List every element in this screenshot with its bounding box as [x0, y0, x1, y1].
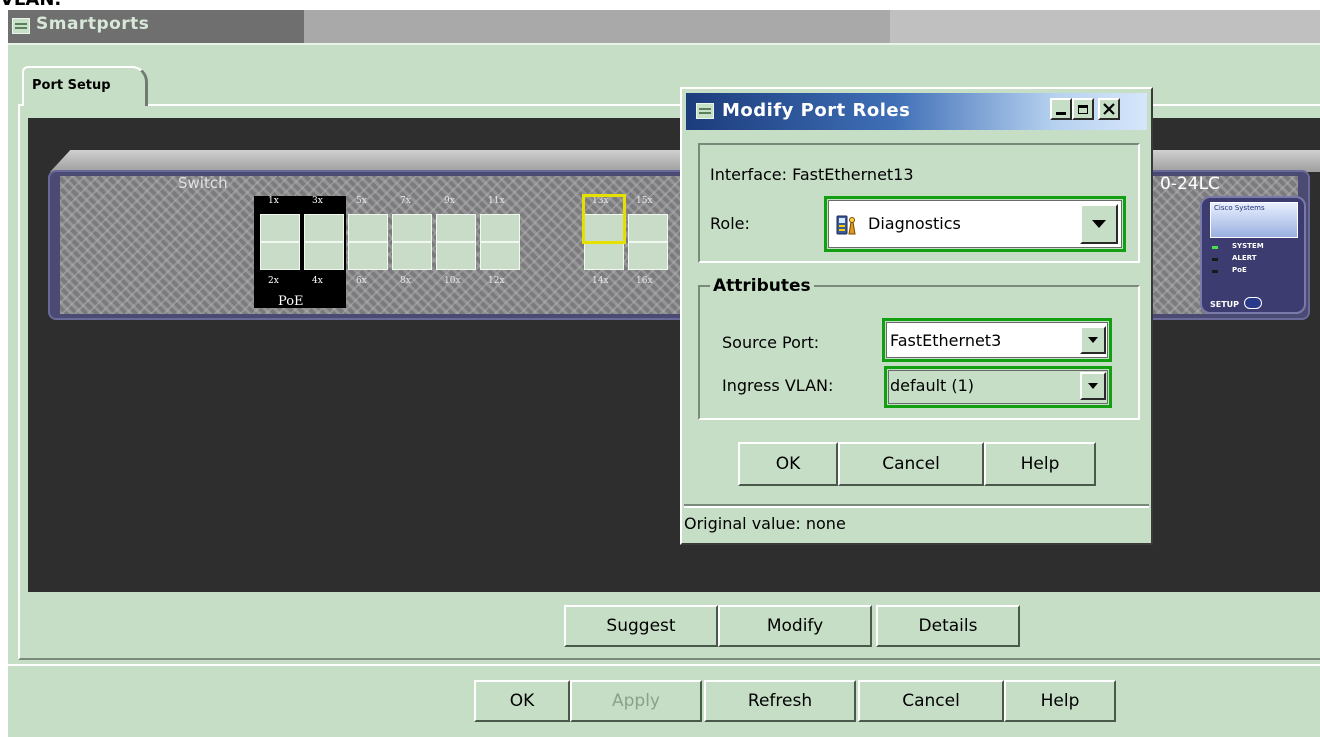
dialog-status-text: Original value: none: [684, 514, 846, 533]
suggest-button[interactable]: Suggest: [564, 605, 718, 647]
page-top-strip: [0, 0, 1320, 8]
port-label-bottom: 16x: [636, 276, 653, 286]
alert-led-icon: [1212, 258, 1218, 261]
source-port-label: Source Port:: [722, 333, 820, 352]
dialog-cancel-button[interactable]: Cancel: [838, 442, 984, 486]
close-x-glyph: [1103, 103, 1115, 115]
source-port-value: FastEthernet3: [890, 331, 1002, 350]
port-label-top: 3x: [312, 196, 323, 206]
switch-port[interactable]: [392, 214, 432, 242]
refresh-button[interactable]: Refresh: [704, 680, 856, 722]
switch-port[interactable]: [628, 242, 668, 270]
ingress-vlan-value: default (1): [890, 376, 975, 395]
close-icon[interactable]: [1098, 98, 1120, 120]
switch-model-label: 0-24LC: [1160, 174, 1220, 194]
switch-port[interactable]: [436, 214, 476, 242]
role-dropdown-button[interactable]: [1080, 204, 1118, 244]
poe-led-icon: [1212, 270, 1218, 273]
status-poe-label: PoE: [1232, 266, 1247, 274]
page-top-fragment: VLAN.: [0, 0, 61, 10]
maximize-icon[interactable]: [1072, 98, 1094, 120]
setup-button[interactable]: [1244, 297, 1262, 309]
switch-port[interactable]: [480, 214, 520, 242]
port-label-bottom: 2x: [268, 276, 279, 286]
dialog-ok-button[interactable]: OK: [738, 442, 838, 486]
switch-port[interactable]: [260, 242, 300, 270]
switch-port[interactable]: [348, 242, 388, 270]
switch-port[interactable]: [436, 242, 476, 270]
window-menu-icon[interactable]: [12, 18, 30, 34]
modify-button[interactable]: Modify: [718, 605, 872, 647]
status-alert-label: ALERT: [1232, 254, 1257, 262]
switch-label: Switch: [178, 174, 228, 192]
chevron-down-icon: [1092, 220, 1106, 228]
role-label: Role:: [710, 214, 750, 233]
switch-port[interactable]: [304, 242, 344, 270]
port-label-bottom: 4x: [312, 276, 323, 286]
port-label-bottom: 6x: [356, 276, 367, 286]
selected-port-highlight: [582, 194, 626, 244]
interface-label: Interface: FastEthernet13: [710, 165, 914, 184]
switch-port[interactable]: [348, 214, 388, 242]
status-system-label: SYSTEM: [1232, 242, 1264, 250]
window-title-mid-area: [304, 10, 890, 43]
ingress-vlan-label: Ingress VLAN:: [722, 376, 834, 395]
port-label-top: 9x: [444, 196, 455, 206]
tab-port-setup-label: Port Setup: [32, 78, 111, 93]
port-label-bottom: 8x: [400, 276, 411, 286]
ok-button[interactable]: OK: [474, 680, 570, 722]
minimize-icon[interactable]: [1050, 98, 1072, 120]
port-label-bottom: 14x: [592, 276, 609, 286]
diagnostics-icon: [836, 214, 858, 236]
system-led-icon: [1212, 246, 1218, 249]
chevron-down-icon: [1088, 337, 1098, 343]
details-button[interactable]: Details: [876, 605, 1020, 647]
ingress-vlan-dropdown-button[interactable]: [1080, 372, 1106, 400]
dialog-title: Modify Port Roles: [722, 100, 911, 121]
port-label-bottom: 10x: [444, 276, 461, 286]
apply-button[interactable]: Apply: [570, 680, 702, 722]
switch-port[interactable]: [584, 242, 624, 270]
port-label-top: 1x: [268, 196, 279, 206]
switch-port[interactable]: [260, 214, 300, 242]
switch-port[interactable]: [480, 242, 520, 270]
cisco-logo-text: Cisco Systems: [1214, 204, 1265, 212]
poe-label: PoE: [278, 294, 304, 309]
window-title: Smartports: [36, 14, 150, 34]
switch-port[interactable]: [392, 242, 432, 270]
port-label-top: 5x: [356, 196, 367, 206]
role-value: Diagnostics: [868, 214, 961, 233]
port-label-bottom: 12x: [488, 276, 505, 286]
footer-separator: [8, 664, 1320, 666]
switch-port[interactable]: [628, 214, 668, 242]
source-port-dropdown-button[interactable]: [1080, 326, 1106, 354]
dialog-help-button[interactable]: Help: [984, 442, 1096, 486]
port-label-top: 11x: [488, 196, 505, 206]
setup-label: SETUP: [1210, 300, 1240, 309]
chevron-down-icon: [1088, 383, 1098, 389]
cancel-button[interactable]: Cancel: [858, 680, 1004, 722]
dialog-menu-icon[interactable]: [696, 103, 714, 119]
switch-port[interactable]: [304, 214, 344, 242]
attributes-title: Attributes: [710, 276, 814, 296]
help-button[interactable]: Help: [1004, 680, 1116, 722]
port-label-top: 7x: [400, 196, 411, 206]
port-label-top: 15x: [636, 196, 653, 206]
